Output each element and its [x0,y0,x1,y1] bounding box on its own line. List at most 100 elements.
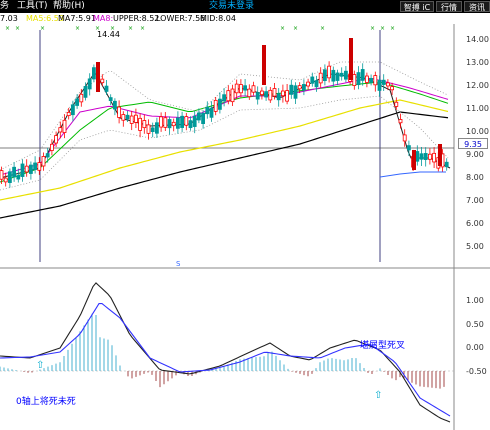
candle-body [432,152,437,163]
candle-body [41,156,46,167]
macd-histogram [0,313,445,389]
candle-body [180,115,185,128]
candle-body [188,120,193,129]
candle-body [423,153,428,160]
candle-body [175,117,180,129]
candle-body [83,86,88,98]
candle-body [75,98,79,106]
candle-body [12,166,17,178]
candle-body [50,143,54,151]
candle-body [129,115,134,124]
signal-arrow-icon: × [370,25,375,32]
peak-price-label: 14.44 [97,30,120,39]
candle-body [150,127,155,132]
candle-body [297,85,302,90]
candle-body [255,92,260,100]
candle-body [262,45,266,85]
candle-body [71,104,75,116]
candle-body [58,127,63,133]
signal-arrow-icon: × [280,25,285,32]
candle-body [3,177,8,183]
signal-arrow-icon: × [5,25,10,32]
candle-body [318,72,323,84]
candle-body [251,85,256,93]
price-axis-label: 10.00 [466,127,489,136]
candle-body [360,69,365,81]
candle-body [117,106,121,118]
candle-body [54,135,58,144]
candle-body [438,144,442,166]
candle-body [96,62,100,92]
candle-body [163,117,168,128]
candle-body [259,90,264,95]
candle-body [385,82,390,87]
candle-body [0,170,4,180]
candle-body [184,116,189,126]
candle-body [301,84,306,91]
signal-arrows-top: × × × × × × × × × × × × × × [5,25,395,32]
candle-body [419,153,424,160]
candle-body [7,171,12,183]
candle-body [125,114,130,120]
candle-body [45,153,50,158]
price-axis-label: 9.00 [466,150,484,159]
candle-body [264,91,269,98]
current-price-tag: 9.35 [458,138,488,149]
candle-body [412,150,416,170]
signal-arrow-icon: × [40,25,45,32]
candle-body [222,94,227,102]
indicator-axis-label: 1.00 [466,296,484,305]
price-axis-label: 8.00 [466,173,484,182]
candle-body [322,69,327,82]
candle-body [138,117,143,131]
candle-body [293,85,298,99]
candle-body [37,162,42,171]
signal-arrow-icon: × [293,25,298,32]
candle-body [398,119,403,124]
price-axis-label: 6.00 [466,219,484,228]
candle-body [230,88,235,103]
candle-body [247,88,252,98]
candle-body [104,85,109,92]
candle-body [62,119,67,133]
candle-body [272,88,277,97]
signal-arrow-icon: × [390,25,395,32]
candle-body [268,89,273,101]
candle-body [289,84,294,95]
candle-body [339,72,344,77]
candle-body [196,112,201,121]
candle-body [369,78,374,83]
buy-arrow-icon: ⇧ [374,390,382,401]
ma-line-short [0,73,451,179]
candle-body [327,65,332,79]
candle-body [192,115,197,127]
candle-body [406,145,411,151]
candle-body [167,119,172,129]
candle-body [349,38,353,80]
candle-body [238,84,243,94]
candle-body [108,97,113,102]
candle-body [154,122,159,134]
candle-body [28,164,33,174]
indicator-axis-label: 0.50 [466,320,484,329]
candle-body [364,75,369,83]
candle-body [377,79,382,91]
candle-body [205,106,210,115]
stock-chart[interactable]: × × × × × × × × × × × × × × ⇧ ⇧ S [0,0,490,430]
signal-arrow-icon: × [128,25,133,32]
price-axis-label: 14.00 [466,35,489,44]
candle-body [201,112,206,124]
indicator-axis-label: 0.00 [466,343,484,352]
price-axis-label: 12.00 [466,81,489,90]
candle-body [33,162,37,170]
candle-body [356,72,361,86]
candle-body [16,175,21,180]
candle-body [24,165,29,173]
candle-body [335,72,340,81]
candle-body [381,79,386,85]
candle-body [209,107,214,118]
candle-body [100,78,105,84]
blue-line [379,171,446,178]
candle-body [226,90,231,102]
candle-body [285,90,290,102]
